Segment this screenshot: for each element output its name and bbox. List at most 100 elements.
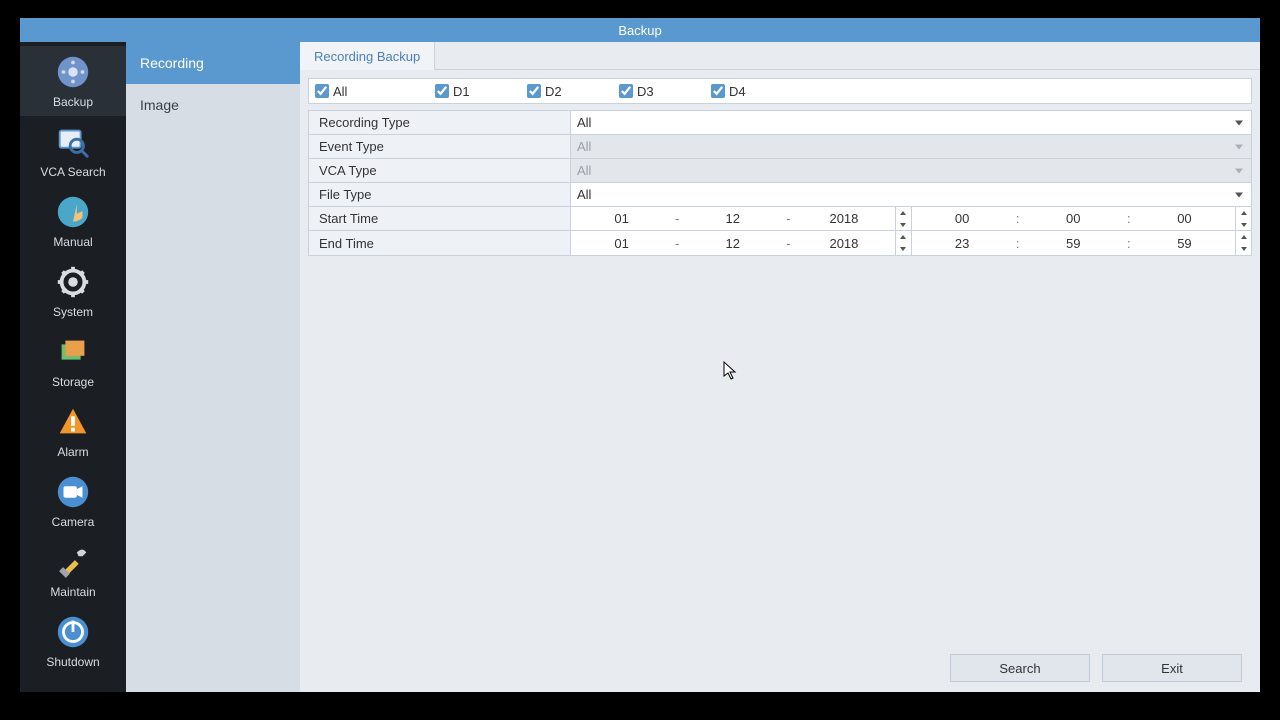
start-date-spinner[interactable] xyxy=(895,207,911,231)
channel-d1[interactable]: D1 xyxy=(435,84,527,99)
channel-d1-label: D1 xyxy=(453,84,470,99)
dropdown-caret-icon xyxy=(1235,144,1243,149)
power-icon xyxy=(54,613,92,651)
sidebar-item-label: VCA Search xyxy=(40,165,105,179)
end-time-input[interactable]: 23: 59: 59 xyxy=(912,231,1252,255)
channel-d2[interactable]: D2 xyxy=(527,84,619,99)
subnav-item-recording[interactable]: Recording xyxy=(126,42,300,84)
start-time-label: Start Time xyxy=(309,207,571,230)
spinner-up-icon[interactable] xyxy=(1236,207,1251,219)
event-type-value: All xyxy=(577,139,591,154)
row-event-type: Event Type All xyxy=(309,135,1251,159)
recording-type-select[interactable]: All xyxy=(571,111,1251,134)
subnav-item-image[interactable]: Image xyxy=(126,84,300,126)
maintain-icon xyxy=(54,543,92,581)
file-type-select[interactable]: All xyxy=(571,183,1251,206)
channel-d4-label: D4 xyxy=(729,84,746,99)
channel-d3[interactable]: D3 xyxy=(619,84,711,99)
sidebar-item-label: Manual xyxy=(53,235,92,249)
end-date-day[interactable]: 01 xyxy=(571,236,672,251)
sidebar-item-shutdown[interactable]: Shutdown xyxy=(20,606,126,676)
sidebar-item-vca-search[interactable]: VCA Search xyxy=(20,116,126,186)
channel-d2-label: D2 xyxy=(545,84,562,99)
end-time-hour[interactable]: 23 xyxy=(912,236,1013,251)
sidebar-item-maintain[interactable]: Maintain xyxy=(20,536,126,606)
tab-bar: Recording Backup xyxy=(300,42,1260,70)
spinner-down-icon[interactable] xyxy=(1236,243,1251,255)
channel-d4[interactable]: D4 xyxy=(711,84,803,99)
sidebar-item-manual[interactable]: Manual xyxy=(20,186,126,256)
time-sep: : xyxy=(1013,211,1023,226)
start-date-day[interactable]: 01 xyxy=(571,211,672,226)
search-button[interactable]: Search xyxy=(950,654,1090,682)
channel-all-checkbox[interactable] xyxy=(315,84,329,98)
end-date-input[interactable]: 01- 12- 2018 xyxy=(571,231,912,255)
title-bar: Backup xyxy=(20,18,1260,42)
time-sep: : xyxy=(1124,236,1134,251)
tab-recording-backup[interactable]: Recording Backup xyxy=(300,42,435,70)
recording-type-label: Recording Type xyxy=(309,111,571,134)
subnav: Recording Image xyxy=(126,42,300,692)
start-date-month[interactable]: 12 xyxy=(682,211,783,226)
end-time-second[interactable]: 59 xyxy=(1134,236,1235,251)
end-time-spinner[interactable] xyxy=(1235,231,1251,255)
end-date-year[interactable]: 2018 xyxy=(793,236,894,251)
recording-type-value: All xyxy=(577,115,591,130)
sidebar-item-storage[interactable]: Storage xyxy=(20,326,126,396)
start-date-year[interactable]: 2018 xyxy=(793,211,894,226)
sidebar-item-label: Shutdown xyxy=(46,655,99,669)
vca-search-icon xyxy=(54,123,92,161)
sidebar-item-label: System xyxy=(53,305,93,319)
vca-type-label: VCA Type xyxy=(309,159,571,182)
spinner-up-icon[interactable] xyxy=(896,231,911,243)
channel-d2-checkbox[interactable] xyxy=(527,84,541,98)
end-time-value: 01- 12- 2018 23: 59: 59 xyxy=(571,231,1251,255)
end-date-spinner[interactable] xyxy=(895,231,911,255)
sidebar-item-label: Backup xyxy=(53,95,93,109)
sidebar-item-system[interactable]: System xyxy=(20,256,126,326)
start-date-input[interactable]: 01- 12- 2018 xyxy=(571,207,912,231)
app-body: Backup VCA Search Manual System xyxy=(20,42,1260,692)
spinner-up-icon[interactable] xyxy=(1236,231,1251,243)
vca-type-value: All xyxy=(577,163,591,178)
channel-all-label: All xyxy=(333,84,347,99)
row-start-time: Start Time 01- 12- 2018 00: 00: xyxy=(309,207,1251,231)
content-area: All D1 D2 D3 D4 Recording Type All Event… xyxy=(300,70,1260,692)
channel-d3-label: D3 xyxy=(637,84,654,99)
spinner-down-icon[interactable] xyxy=(896,243,911,255)
spinner-down-icon[interactable] xyxy=(1236,219,1251,231)
backup-icon xyxy=(54,53,92,91)
end-time-minute[interactable]: 59 xyxy=(1023,236,1124,251)
sidebar-item-camera[interactable]: Camera xyxy=(20,466,126,536)
window-title: Backup xyxy=(618,23,661,38)
channel-d4-checkbox[interactable] xyxy=(711,84,725,98)
sidebar-item-label: Storage xyxy=(52,375,94,389)
camera-icon xyxy=(54,473,92,511)
event-type-select: All xyxy=(571,135,1251,158)
channel-d3-checkbox[interactable] xyxy=(619,84,633,98)
date-sep: - xyxy=(672,211,682,226)
start-time-second[interactable]: 00 xyxy=(1134,211,1235,226)
file-type-value: All xyxy=(577,187,591,202)
end-date-month[interactable]: 12 xyxy=(682,236,783,251)
dropdown-caret-icon xyxy=(1235,168,1243,173)
start-time-value: 01- 12- 2018 00: 00: 00 xyxy=(571,207,1251,230)
spinner-up-icon[interactable] xyxy=(896,207,911,219)
sidebar-item-label: Alarm xyxy=(57,445,88,459)
sidebar-item-label: Maintain xyxy=(50,585,95,599)
file-type-label: File Type xyxy=(309,183,571,206)
app-window: Backup Backup VCA Search Manual xyxy=(20,18,1260,692)
sidebar-item-alarm[interactable]: Alarm xyxy=(20,396,126,466)
row-recording-type: Recording Type All xyxy=(309,111,1251,135)
channel-all[interactable]: All xyxy=(315,84,435,99)
sidebar-item-backup[interactable]: Backup xyxy=(20,46,126,116)
start-time-minute[interactable]: 00 xyxy=(1023,211,1124,226)
spinner-down-icon[interactable] xyxy=(896,219,911,231)
date-sep: - xyxy=(783,236,793,251)
channel-d1-checkbox[interactable] xyxy=(435,84,449,98)
dropdown-caret-icon xyxy=(1235,192,1243,197)
exit-button[interactable]: Exit xyxy=(1102,654,1242,682)
start-time-input[interactable]: 00: 00: 00 xyxy=(912,207,1252,231)
start-time-hour[interactable]: 00 xyxy=(912,211,1013,226)
start-time-spinner[interactable] xyxy=(1235,207,1251,231)
